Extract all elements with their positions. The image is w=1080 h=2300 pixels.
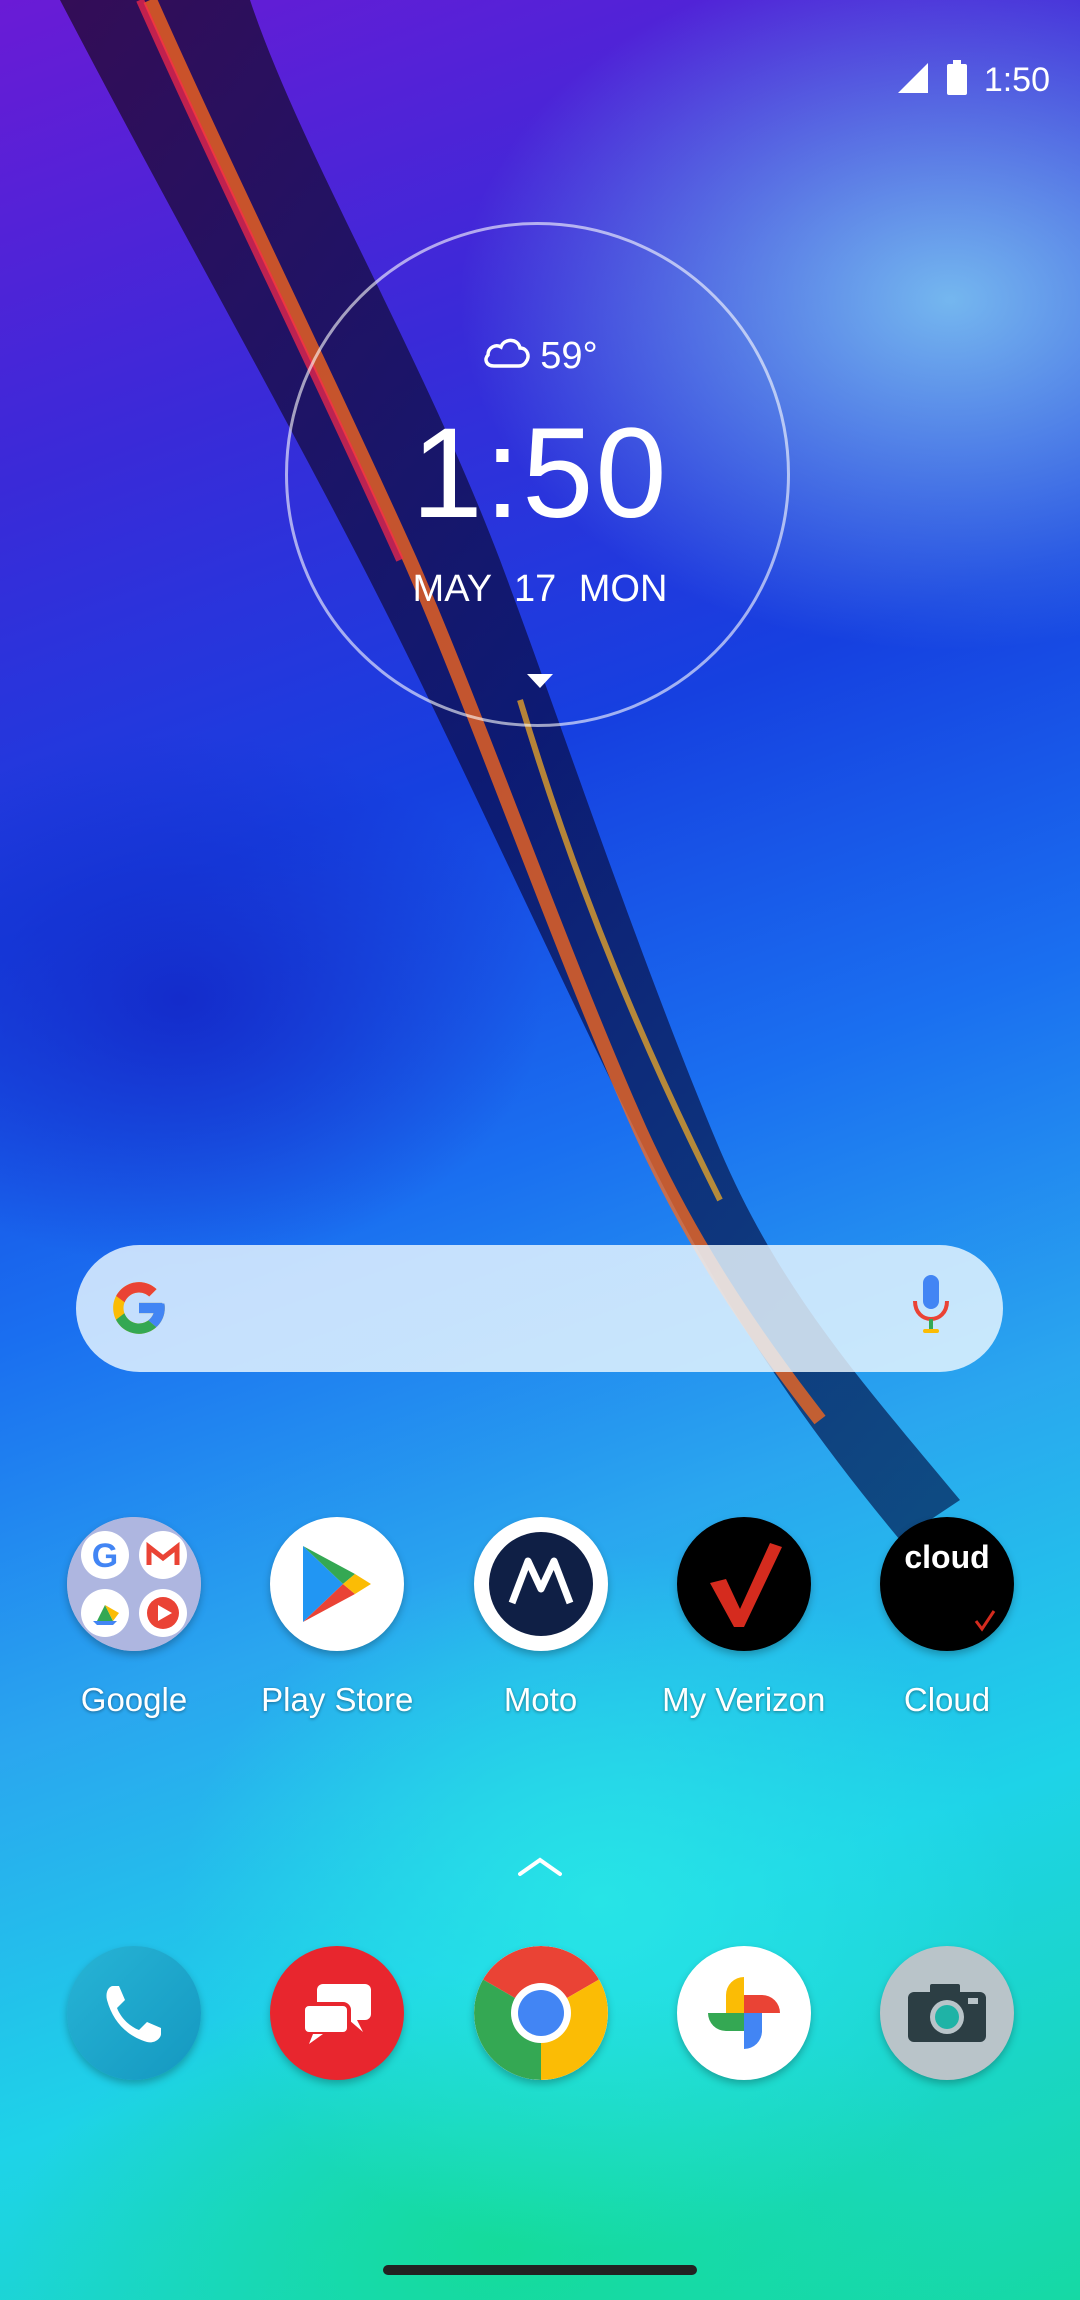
weather[interactable]: 59° bbox=[0, 333, 1080, 379]
status-bar: 1:50 bbox=[0, 0, 1080, 160]
dock-messages[interactable] bbox=[270, 1946, 405, 2080]
gesture-nav-bar[interactable] bbox=[383, 2265, 697, 2275]
chrome-icon bbox=[473, 1946, 608, 2080]
clock-time[interactable]: 1:50 bbox=[0, 400, 1080, 547]
dock-photos[interactable] bbox=[676, 1946, 811, 2080]
signal-icon bbox=[896, 61, 930, 100]
dock-camera[interactable] bbox=[880, 1946, 1014, 2080]
app-play-store[interactable]: Play Store bbox=[261, 1517, 413, 1719]
app-my-verizon[interactable]: My Verizon bbox=[662, 1517, 825, 1719]
app-label: My Verizon bbox=[662, 1681, 826, 1718]
camera-icon bbox=[880, 1946, 1014, 2080]
verizon-icon bbox=[676, 1517, 811, 1651]
google-g-icon bbox=[108, 1277, 170, 1344]
app-drawer-chevron-up-icon[interactable] bbox=[518, 1855, 562, 1882]
home-screen: 1:50 59° 1:50 MAY 17 MON G Google Play S… bbox=[0, 0, 1080, 2300]
phone-icon bbox=[67, 1946, 201, 2080]
moto-icon bbox=[473, 1517, 608, 1651]
app-row: G Google Play Store Moto My Verizon clou… bbox=[0, 1517, 1080, 1719]
play-store-icon bbox=[270, 1517, 405, 1651]
cloud-app-icon: cloud bbox=[880, 1517, 1014, 1651]
dock bbox=[0, 1946, 1080, 2080]
cloud-icon-text: cloud bbox=[904, 1539, 990, 1575]
google-search-bar[interactable] bbox=[76, 1245, 1003, 1372]
app-moto[interactable]: Moto bbox=[473, 1517, 608, 1719]
mic-icon[interactable] bbox=[911, 1273, 951, 1344]
svg-text:G: G bbox=[92, 1537, 118, 1575]
cloud-icon bbox=[482, 333, 532, 379]
app-label: Play Store bbox=[261, 1681, 414, 1718]
temperature: 59° bbox=[540, 334, 598, 377]
clock-date[interactable]: MAY 17 MON bbox=[0, 568, 1080, 611]
battery-icon bbox=[946, 59, 968, 101]
caret-down-icon[interactable] bbox=[527, 674, 553, 688]
photos-icon bbox=[676, 1946, 811, 2080]
google-folder-icon: G bbox=[67, 1517, 201, 1651]
messages-icon bbox=[270, 1946, 405, 2080]
app-label: Google bbox=[80, 1681, 188, 1718]
app-label: Cloud bbox=[903, 1681, 991, 1718]
app-label: Moto bbox=[503, 1681, 578, 1718]
dock-chrome[interactable] bbox=[473, 1946, 608, 2080]
status-time: 1:50 bbox=[983, 60, 1050, 99]
dock-phone[interactable] bbox=[67, 1946, 201, 2080]
app-cloud[interactable]: cloud Cloud bbox=[880, 1517, 1014, 1719]
app-google-folder[interactable]: G Google bbox=[67, 1517, 201, 1719]
